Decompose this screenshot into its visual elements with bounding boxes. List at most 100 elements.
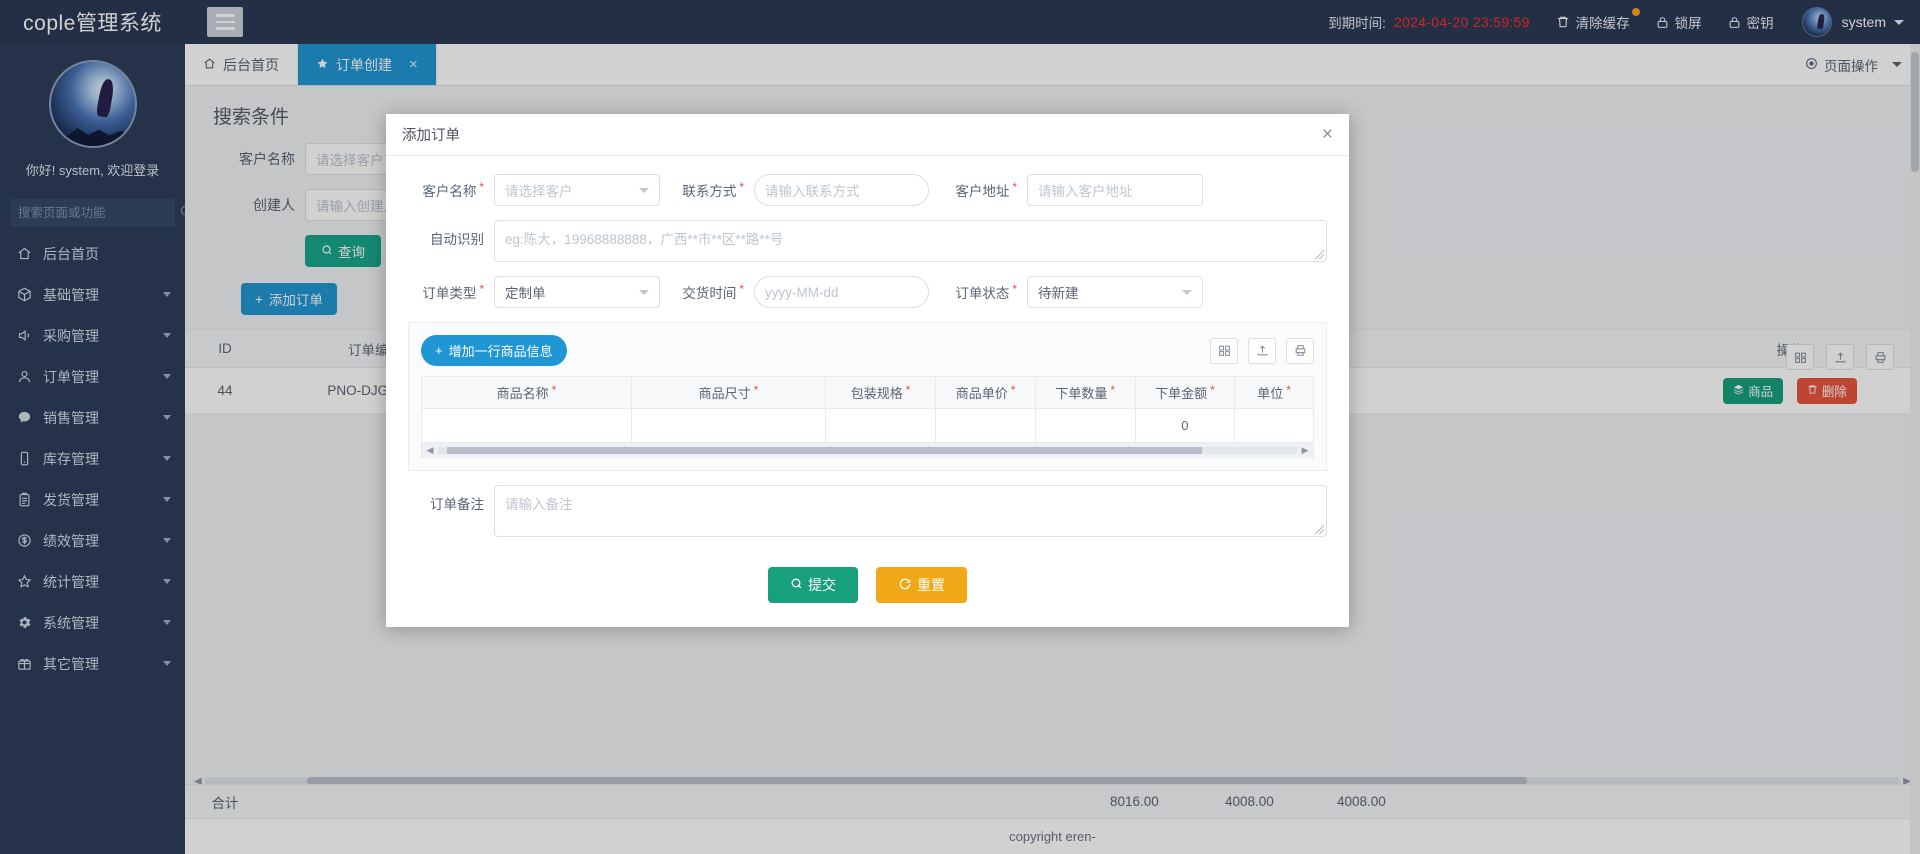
goods-header-row: 商品名称 * 商品尺寸 * 包装规格 * 商品单价 * 下单数量 * 下单金额 * 单位 * <box>421 376 1314 409</box>
required-marker: * <box>739 282 744 296</box>
goods-col-amount-text: 下单金额 <box>1155 386 1208 401</box>
required-marker: * <box>1110 383 1116 397</box>
auto-recognize-textarea[interactable]: eg:陈大，19968888888，广西**市**区**路**号 <box>494 220 1327 262</box>
goods-table-row[interactable]: 0 <box>421 408 1314 443</box>
goods-cell-amount: 0 <box>1134 408 1236 443</box>
modal-row-order-type: 订单类型 * 定制单 交货时间 * yyyy-MM-dd 订单状态 * 待新建 <box>408 276 1327 308</box>
columns-icon[interactable] <box>1210 337 1238 364</box>
remark-textarea[interactable]: 请输入备注 <box>494 485 1327 537</box>
customer-name-label: 客户名称 * <box>408 180 484 200</box>
delivery-time-label-text: 交货时间 <box>682 286 737 301</box>
add-goods-row-button[interactable]: + 增加一行商品信息 <box>421 335 567 366</box>
customer-name-value: 请选择客户 <box>505 184 573 199</box>
delivery-time-label: 交货时间 * <box>660 282 744 302</box>
order-status-value: 待新建 <box>1038 286 1079 301</box>
order-type-label-text: 订单类型 <box>422 286 477 301</box>
goods-tools-group <box>1210 337 1314 364</box>
required-marker: * <box>479 282 484 296</box>
goods-col-qty-text: 下单数量 <box>1055 386 1108 401</box>
order-status-label-text: 订单状态 <box>955 286 1010 301</box>
goods-col-package: 包装规格 * <box>825 376 937 409</box>
auto-recognize-placeholder: eg:陈大，19968888888，广西**市**区**路**号 <box>505 232 784 247</box>
submit-button-label: 提交 <box>808 577 836 593</box>
delivery-time-placeholder: yyyy-MM-dd <box>765 284 839 300</box>
modal-reset-button-label: 重置 <box>917 577 945 593</box>
goods-col-unit-text: 单位 <box>1257 386 1284 401</box>
goods-col-size: 商品尺寸 * <box>630 376 827 409</box>
required-marker: * <box>739 180 744 194</box>
export-icon[interactable] <box>1248 337 1276 364</box>
submit-button[interactable]: 提交 <box>768 567 858 603</box>
modal-title: 添加订单 <box>402 128 460 144</box>
required-marker: * <box>1010 383 1016 397</box>
required-marker: * <box>1210 383 1215 397</box>
address-placeholder: 请输入客户地址 <box>1038 184 1133 199</box>
refresh-icon <box>898 577 912 594</box>
goods-cell-unit[interactable] <box>1234 408 1314 443</box>
required-marker: * <box>551 383 557 397</box>
remark-wrapper: 请输入备注 <box>494 485 1327 537</box>
modal-row-remark: 订单备注 请输入备注 <box>408 485 1327 537</box>
required-marker: * <box>1012 282 1017 296</box>
goods-cell-package[interactable] <box>825 408 937 443</box>
app-root: cople管理系统 到期时间: 2024-04-20 23:59:59 清除缓存 <box>0 0 1920 854</box>
chevron-down-icon <box>639 187 649 193</box>
goods-col-price-text: 商品单价 <box>955 386 1008 401</box>
goods-cell-price[interactable] <box>935 408 1036 443</box>
goods-cell-qty[interactable] <box>1034 408 1136 443</box>
scroll-right-icon[interactable]: ▶ <box>1297 445 1313 456</box>
modal-action-row: 提交 重置 <box>408 551 1327 603</box>
goods-col-unit: 单位 * <box>1234 376 1314 409</box>
chevron-down-icon <box>639 289 649 295</box>
goods-horizontal-scrollbar[interactable]: ◀ ▶ <box>421 443 1314 458</box>
modal-body: 客户名称 * 请选择客户 联系方式 * 请输入联系方式 客户地址 * 请输入客户地址 <box>386 156 1349 627</box>
plus-icon: + <box>435 343 443 358</box>
search-icon <box>790 577 803 593</box>
address-input[interactable]: 请输入客户地址 <box>1027 174 1203 206</box>
remark-placeholder: 请输入备注 <box>505 497 573 512</box>
address-label: 客户地址 * <box>929 180 1017 200</box>
contact-label: 联系方式 * <box>660 180 744 200</box>
auto-recognize-label: 自动识别 <box>430 232 484 247</box>
resize-grip-icon[interactable] <box>1314 249 1324 259</box>
goods-col-name: 商品名称 * <box>421 376 632 409</box>
scroll-track[interactable] <box>438 446 1297 454</box>
required-marker: * <box>1286 383 1291 397</box>
modal-header: 添加订单 × <box>386 114 1349 156</box>
order-type-value: 定制单 <box>505 286 546 301</box>
contact-input[interactable]: 请输入联系方式 <box>754 174 929 206</box>
resize-grip-icon[interactable] <box>1314 524 1324 534</box>
contact-label-text: 联系方式 <box>682 184 737 199</box>
close-icon[interactable]: × <box>1322 125 1333 144</box>
auto-recognize-wrapper: eg:陈大，19968888888，广西**市**区**路**号 <box>494 220 1327 262</box>
customer-name-label-text: 客户名称 <box>422 184 477 199</box>
add-order-modal: 添加订单 × 客户名称 * 请选择客户 联系方式 * 请输入联系方式 客户地址 … <box>386 114 1349 627</box>
goods-cell-name[interactable] <box>421 408 632 443</box>
goods-col-name-text: 商品名称 <box>496 386 549 401</box>
required-marker: * <box>479 180 484 194</box>
modal-row-auto-recognize: 自动识别 eg:陈大，19968888888，广西**市**区**路**号 <box>408 220 1327 262</box>
remark-label: 订单备注 <box>430 497 484 512</box>
customer-name-select[interactable]: 请选择客户 <box>494 174 660 206</box>
goods-cell-size[interactable] <box>630 408 827 443</box>
scroll-thumb[interactable] <box>446 446 1203 454</box>
order-status-select[interactable]: 待新建 <box>1027 276 1203 308</box>
modal-reset-button[interactable]: 重置 <box>876 567 967 603</box>
goods-col-size-text: 商品尺寸 <box>698 386 751 401</box>
order-type-select[interactable]: 定制单 <box>494 276 660 308</box>
order-type-label: 订单类型 * <box>408 282 484 302</box>
print-icon[interactable] <box>1286 337 1314 364</box>
goods-table: 商品名称 * 商品尺寸 * 包装规格 * 商品单价 * 下单数量 * 下单金额 * 单位 * <box>421 376 1314 443</box>
order-status-label: 订单状态 * <box>929 282 1017 302</box>
scroll-left-icon[interactable]: ◀ <box>422 445 438 456</box>
required-marker: * <box>905 383 911 397</box>
goods-col-qty: 下单数量 * <box>1034 376 1136 409</box>
add-goods-row-label: 增加一行商品信息 <box>448 344 553 359</box>
address-label-text: 客户地址 <box>955 184 1010 199</box>
goods-col-package-text: 包装规格 <box>850 386 903 401</box>
delivery-time-input[interactable]: yyyy-MM-dd <box>754 276 929 308</box>
goods-col-amount: 下单金额 * <box>1134 376 1236 409</box>
required-marker: * <box>1012 180 1017 194</box>
goods-col-price: 商品单价 * <box>935 376 1036 409</box>
required-marker: * <box>753 383 759 397</box>
